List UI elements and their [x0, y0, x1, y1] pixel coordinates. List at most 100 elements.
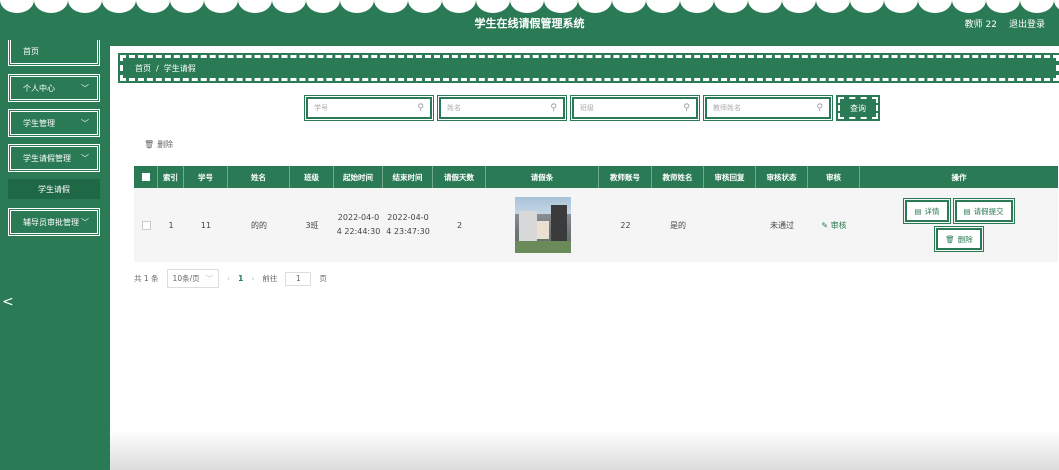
pagination-total: 共 1 条 — [134, 274, 159, 283]
chevron-down-icon: ﹀ — [205, 274, 214, 283]
name-search[interactable]: ⚲ — [437, 95, 567, 121]
page-size-value: 10条/页 — [172, 274, 200, 283]
sidebar-item-personal-center[interactable]: 个人中心 ﹀ — [8, 74, 100, 102]
cell-audit-reply — [704, 188, 756, 262]
teacher-name-search[interactable]: ⚲ — [703, 95, 833, 121]
top-header: 学生在线请假管理系统 教师 22 退出登录 — [0, 0, 1059, 46]
end-time-line: 4 23:47:30 — [386, 227, 430, 236]
detail-button[interactable]: ▤ 详情 — [903, 198, 951, 224]
cell-teacher-name: 是的 — [670, 220, 686, 230]
student-no-search[interactable]: ⚲ — [304, 95, 434, 121]
row-delete-label: 删除 — [957, 234, 973, 244]
class-search[interactable]: ⚲ — [570, 95, 700, 121]
scallop-shape — [374, 0, 408, 13]
row-delete-button[interactable]: 🗑 删除 — [934, 226, 984, 252]
sidebar-item-label: 学生请假管理 — [23, 153, 71, 163]
sidebar-subitem-label: 学生请假 — [38, 184, 70, 194]
submit-leave-button[interactable]: ▤ 请假提交 — [952, 198, 1015, 224]
next-page-button[interactable]: › — [251, 274, 254, 283]
column-header: 操作 — [951, 172, 967, 182]
batch-delete-button[interactable]: 🗑 删除 — [144, 139, 173, 150]
main-content: 首页 / 学生请假 ⚲ ⚲ ⚲ ⚲ 查询 🗑 删除 索引 学号 姓名 — [110, 46, 1059, 470]
column-header: 学号 — [184, 166, 228, 188]
scallop-shape — [544, 0, 578, 13]
sidebar: 首页 个人中心 ﹀ 学生管理 ﹀ 学生请假管理 ﹀ 学生请假 辅导员审批管理 ﹀… — [0, 40, 110, 470]
prev-page-button[interactable]: ‹ — [227, 274, 230, 283]
query-button[interactable]: 查询 — [836, 95, 880, 121]
page-size-select[interactable]: 10条/页 ﹀ — [166, 269, 220, 288]
scallop-shape — [510, 0, 544, 13]
pagination: 共 1 条 10条/页 ﹀ ‹ 1 › 前往 1 页 — [134, 269, 327, 288]
cell-start-time: 2022-04-0 4 22:44:30 — [334, 188, 383, 262]
scallop-shape — [952, 0, 986, 13]
scallop-shape — [986, 0, 1020, 13]
breadcrumb-home[interactable]: 首页 — [135, 63, 151, 74]
column-header: 教师账号 — [599, 166, 652, 188]
column-header: 班级 — [290, 166, 334, 188]
name-input[interactable] — [447, 104, 547, 112]
scallop-shape — [578, 0, 612, 13]
leave-note-image[interactable] — [514, 197, 571, 253]
sidebar-item-label: 辅导员审批管理 — [23, 217, 79, 227]
column-header: 索引 — [158, 166, 184, 188]
scallop-shape — [476, 0, 510, 13]
sidebar-item-student-management[interactable]: 学生管理 ﹀ — [8, 109, 100, 137]
class-input[interactable] — [580, 104, 680, 112]
teacher-name-input[interactable] — [713, 104, 813, 112]
sidebar-item-label: 学生管理 — [23, 118, 55, 128]
action-buttons: ▤ 详情 ▤ 请假提交 🗑 删除 — [894, 198, 1024, 252]
breadcrumb-current: 学生请假 — [163, 63, 196, 73]
scallop-shape — [102, 0, 136, 13]
goto-label: 前往 — [262, 274, 278, 283]
current-page-button[interactable]: 1 — [238, 274, 243, 283]
image-building-left — [518, 211, 537, 241]
cell-actions: ▤ 详情 ▤ 请假提交 🗑 删除 — [860, 188, 1058, 262]
checkbox-icon — [141, 173, 150, 181]
trash-icon: 🗑 — [945, 234, 955, 244]
collapse-sidebar-icon[interactable]: < — [2, 294, 14, 310]
scallop-shape — [612, 0, 646, 13]
scallop-shape — [408, 0, 442, 13]
scallop-shape — [272, 0, 306, 13]
cell-teacher-account: 22 — [620, 220, 631, 230]
sidebar-item-home[interactable]: 首页 — [8, 40, 100, 66]
search-icon: ⚲ — [683, 103, 690, 113]
student-no-input[interactable] — [314, 104, 414, 112]
document-icon: ▤ — [963, 206, 971, 216]
breadcrumb-separator: / — [156, 63, 159, 73]
scallop-shape — [136, 0, 170, 13]
column-header: 请假天数 — [433, 166, 486, 188]
scallop-shape — [68, 0, 102, 13]
scallop-border — [0, 0, 1059, 13]
chevron-down-icon: ﹀ — [81, 217, 89, 227]
select-all-checkbox[interactable] — [134, 166, 158, 188]
row-checkbox[interactable] — [141, 220, 151, 230]
cell-name: 的的 — [251, 220, 267, 230]
sidebar-item-counselor-approval[interactable]: 辅导员审批管理 ﹀ — [8, 208, 100, 236]
table-header: 索引 学号 姓名 班级 起始时间 结束时间 请假天数 请假条 教师账号 教师姓名… — [134, 166, 1058, 188]
chevron-down-icon: ﹀ — [81, 118, 89, 128]
cell-audit-status: 未通过 — [770, 220, 794, 230]
chevron-down-icon: ﹀ — [81, 83, 89, 93]
column-header: 起始时间 — [334, 166, 383, 188]
end-time-line: 2022-04-0 — [387, 213, 429, 222]
start-time-line: 2022-04-0 — [337, 213, 380, 222]
table-row: 1 11 的的 3班 2022-04-0 4 22:44:30 2022-04-… — [134, 188, 1058, 262]
column-header: 审核 — [808, 166, 860, 188]
page-suffix: 页 — [319, 274, 327, 283]
app-title: 学生在线请假管理系统 — [474, 17, 585, 30]
cell-days: 2 — [456, 220, 463, 230]
scallop-shape — [782, 0, 816, 13]
goto-page-input[interactable]: 1 — [285, 271, 312, 286]
document-icon: ▤ — [914, 206, 922, 216]
sidebar-subitem-student-leave[interactable]: 学生请假 — [8, 179, 100, 199]
scallop-shape — [306, 0, 340, 13]
sidebar-item-leave-management[interactable]: 学生请假管理 ﹀ — [8, 144, 100, 172]
logout-link[interactable]: 退出登录 — [1009, 17, 1045, 30]
image-building-right — [550, 205, 567, 241]
user-area: 教师 22 退出登录 — [965, 17, 1045, 30]
audit-link[interactable]: ✎ 审核 — [821, 220, 846, 231]
breadcrumb: 首页 / 学生请假 — [118, 53, 1059, 83]
scallop-shape — [34, 0, 68, 13]
scallop-shape — [884, 0, 918, 13]
